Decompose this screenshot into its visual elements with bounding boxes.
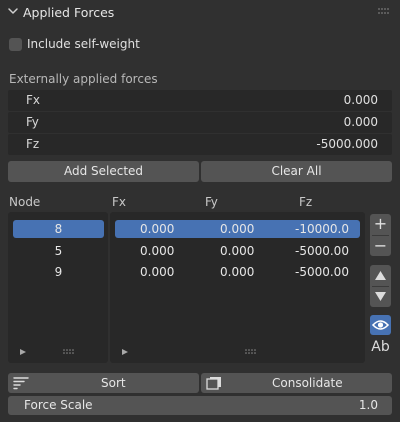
node-id: 9: [54, 265, 63, 279]
row-fx: 0.000: [140, 265, 175, 279]
fz-field-value: -5000.000: [316, 137, 378, 151]
resize-grip-icon[interactable]: [63, 349, 75, 355]
fy-field-label: Fy: [26, 115, 39, 129]
fz-field[interactable]: Fz -5000.000: [8, 134, 392, 155]
table-row[interactable]: 0.000 0.000 -5000.00: [115, 242, 360, 260]
row-fx: 0.000: [140, 222, 175, 236]
node-list-item[interactable]: 5: [13, 242, 104, 260]
node-id: 5: [54, 244, 63, 258]
consolidate-icon: [206, 377, 221, 390]
row-fy: 0.000: [220, 222, 255, 236]
panel-title: Applied Forces: [23, 5, 115, 20]
eye-icon: [372, 320, 389, 330]
filter-expand-icon[interactable]: [122, 349, 128, 355]
add-remove-group: + −: [370, 214, 391, 256]
chevron-down-icon[interactable]: [7, 5, 19, 17]
row-fz: -5000.00: [295, 244, 349, 258]
fz-field-label: Fz: [26, 137, 40, 151]
include-self-weight-checkbox[interactable]: [9, 38, 22, 51]
clear-all-button[interactable]: Clear All: [201, 161, 392, 182]
fx-column-header: Fx: [112, 195, 127, 209]
node-list-item[interactable]: 9: [13, 263, 104, 281]
applied-forces-panel: Applied Forces Include self-weight Exter…: [0, 0, 400, 422]
node-id: 8: [54, 222, 63, 236]
table-row[interactable]: 0.000 0.000 -10000.0: [115, 220, 360, 238]
fx-field-label: Fx: [26, 93, 41, 107]
forces-list[interactable]: 0.000 0.000 -10000.0 0.000 0.000 -5000.0…: [110, 212, 365, 363]
row-fx: 0.000: [140, 244, 175, 258]
row-fz: -10000.0: [295, 222, 349, 236]
node-column-header: Node: [9, 195, 41, 209]
move-down-icon[interactable]: [375, 292, 386, 301]
fy-field-value: 0.000: [343, 115, 378, 129]
sort-button[interactable]: Sort: [8, 373, 199, 393]
visibility-toggle[interactable]: [370, 315, 391, 335]
add-item-button[interactable]: +: [370, 215, 391, 235]
sort-label: Sort: [101, 376, 126, 390]
fy-column-header: Fy: [205, 195, 218, 209]
table-row[interactable]: 0.000 0.000 -5000.00: [115, 263, 360, 281]
node-list[interactable]: 8 5 9: [8, 212, 108, 363]
node-list-item[interactable]: 8: [13, 220, 104, 238]
sort-icon: [13, 377, 29, 390]
resize-grip-icon[interactable]: [245, 349, 257, 355]
row-fy: 0.000: [220, 265, 255, 279]
consolidate-label: Consolidate: [272, 376, 343, 390]
move-group: [370, 265, 391, 307]
move-up-icon[interactable]: [375, 271, 386, 280]
force-scale-label: Force Scale: [24, 398, 93, 412]
text-display-toggle[interactable]: Ab: [370, 337, 391, 357]
fz-column-header: Fz: [299, 195, 313, 209]
force-scale-field[interactable]: Force Scale 1.0: [8, 396, 392, 415]
add-selected-button[interactable]: Add Selected: [8, 161, 199, 182]
remove-item-button[interactable]: −: [370, 237, 391, 257]
row-fz: -5000.00: [295, 265, 349, 279]
fx-field-value: 0.000: [343, 93, 378, 107]
fx-field[interactable]: Fx 0.000: [8, 90, 392, 111]
drag-grip-icon[interactable]: [378, 8, 390, 15]
externally-applied-forces-label: Externally applied forces: [9, 72, 158, 86]
panel-header[interactable]: Applied Forces: [0, 0, 400, 26]
row-fy: 0.000: [220, 244, 255, 258]
consolidate-button[interactable]: Consolidate: [201, 373, 392, 393]
divider: [372, 286, 389, 287]
include-self-weight-label: Include self-weight: [27, 37, 140, 51]
filter-expand-icon[interactable]: [20, 349, 26, 355]
fy-field[interactable]: Fy 0.000: [8, 112, 392, 133]
force-scale-value: 1.0: [358, 398, 378, 412]
